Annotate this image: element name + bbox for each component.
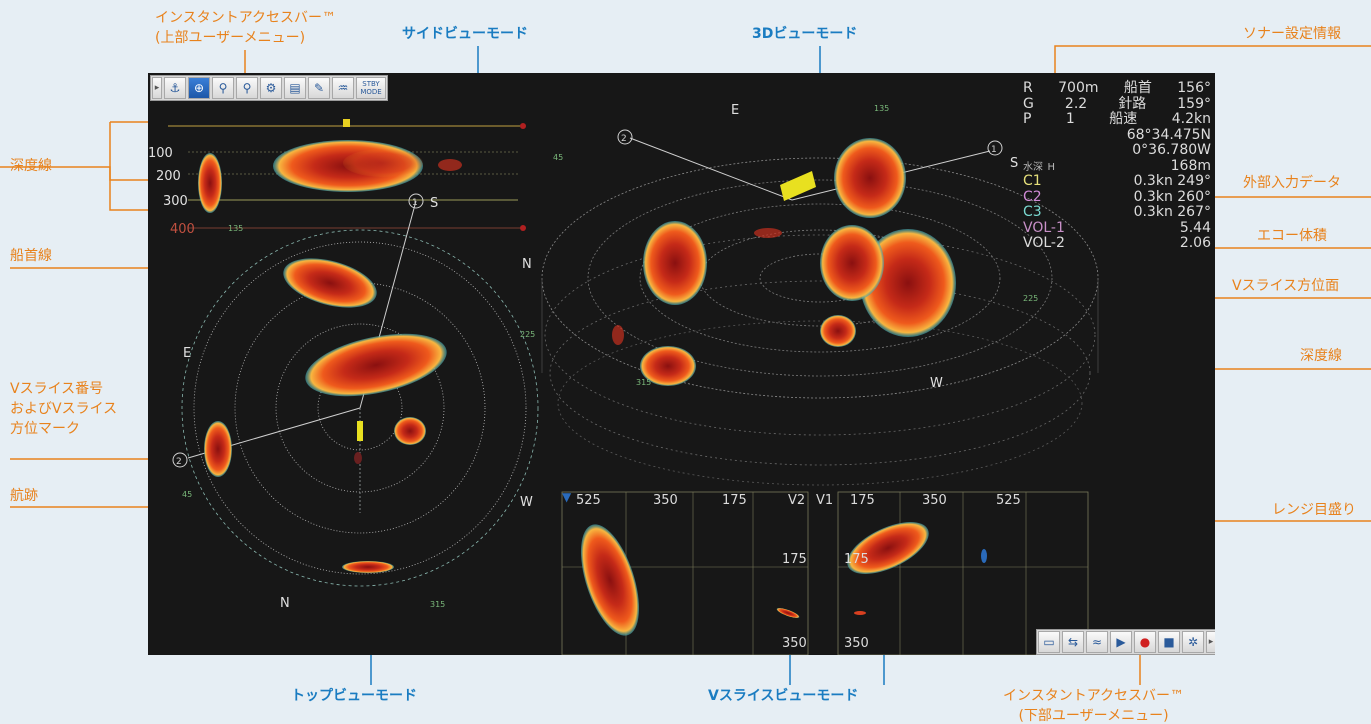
echo-3d-2	[834, 138, 906, 218]
vslice-left-tick-175: 175	[722, 493, 747, 508]
compass-s-top: S	[430, 196, 438, 211]
svg-text:135: 135	[874, 104, 889, 113]
vslice-marker-1-top[interactable]: 1	[412, 198, 418, 208]
side-view-panel[interactable]: 100 200 300 400	[148, 119, 526, 237]
vslice-marker-2-3d[interactable]: 2	[621, 134, 627, 144]
vslice-v1-label: V1	[816, 493, 833, 508]
echo-side-1	[198, 153, 222, 213]
sonar-info-panel: R 700m 船首 156° G 2.2 針路 159° P 1 船速 4.2kn 68°34.4…	[1023, 80, 1211, 251]
svg-text:▼: ▼	[562, 490, 572, 504]
compass-w-3d: W	[930, 376, 943, 391]
vslice-depth-350-left: 350	[782, 636, 807, 651]
instant-access-bar-top[interactable]: ▸ ⚓ ⊕ ⚲ ⚲ ⚙ ▤ ✎ ♒ STBY MODE	[150, 75, 388, 101]
line-depth-left	[0, 166, 148, 181]
stop-icon[interactable]: ■	[1158, 631, 1180, 653]
volume-1: 5.44	[1179, 219, 1211, 236]
ship-echo-icon[interactable]: ⚓	[164, 77, 186, 99]
top-view-panel[interactable]: 1 2 S E W N 135 225 315 45	[172, 193, 539, 611]
water-depth: 168m	[1170, 157, 1211, 174]
svg-text:225: 225	[1023, 294, 1038, 303]
svg-text:225: 225	[520, 330, 535, 339]
echo-top-1	[283, 258, 377, 308]
side-depth-200: 200	[156, 169, 181, 184]
zoom-2-icon[interactable]: ⚲	[236, 77, 258, 99]
svg-text:315: 315	[636, 378, 651, 387]
more-icon[interactable]: ▸	[1206, 631, 1215, 653]
vslice-depth-175-right: 175	[844, 552, 869, 567]
volume-2: 2.06	[1179, 235, 1211, 251]
vslice-right-tick-350: 350	[922, 493, 947, 508]
vslice-line-2-3d	[629, 137, 793, 201]
line-sonar-settings	[1054, 45, 1371, 73]
fish-school-icon[interactable]: ♒	[332, 77, 354, 99]
svg-text:45: 45	[553, 153, 563, 162]
swap-icon[interactable]: ⇆	[1062, 631, 1084, 653]
instant-access-bar-bottom[interactable]: ▭ ⇆ ≈ ▶ ● ■ ✲ ▸	[1036, 629, 1215, 655]
zoom-1-icon[interactable]: ⚲	[212, 77, 234, 99]
echo-3d-4	[820, 225, 884, 301]
echo-top-5	[342, 561, 394, 573]
side-depth-100: 100	[148, 146, 173, 161]
database-icon[interactable]: ▤	[284, 77, 306, 99]
echo-vslice-1	[580, 524, 640, 636]
vslice-right-tick-525: 525	[996, 493, 1021, 508]
compass-n-3d: N	[522, 257, 532, 272]
svg-text:315: 315	[430, 600, 445, 609]
view-3d-panel[interactable]: 2 1 E S N W 135 45 225 315	[522, 103, 1099, 486]
vslice-depth-350-right: 350	[844, 636, 869, 651]
own-ship-marker-side	[343, 119, 350, 127]
vslice-panel[interactable]: ▼ 525 350 175 V2 V1 175 350 525 175 350 …	[561, 490, 1089, 655]
current-c3: 0.3kn 267°	[1133, 204, 1211, 220]
vslice-marker-2-top[interactable]: 2	[176, 457, 182, 467]
echo-top-3	[394, 417, 426, 445]
compass-n-top: N	[280, 596, 290, 611]
echo-3d-5	[820, 315, 856, 347]
side-depth-300: 300	[163, 194, 188, 209]
echo-off-icon[interactable]: ≈	[1086, 631, 1108, 653]
monitor-icon[interactable]: ▭	[1038, 631, 1060, 653]
own-ship-3d	[780, 171, 816, 201]
vslice-right-tick-175: 175	[850, 493, 875, 508]
settings-icon[interactable]: ✲	[1182, 631, 1204, 653]
target-lock-icon[interactable]: ⊕	[188, 77, 210, 99]
echo-top-4	[204, 421, 232, 477]
echo-vslice-2	[847, 522, 929, 574]
play-icon[interactable]: ▶	[1110, 631, 1132, 653]
svg-text:45: 45	[182, 490, 192, 499]
compass-w-top: W	[520, 495, 533, 510]
vslice-depth-175-left: 175	[782, 552, 807, 567]
current-c2: 0.3kn 260°	[1133, 188, 1211, 205]
compass-e-top: E	[183, 346, 191, 361]
svg-text:135: 135	[228, 224, 243, 233]
sonar-screen[interactable]: 100 200 300 400 1 2 S E W N 135 225 315 …	[148, 73, 1215, 655]
expand-arrow-icon[interactable]: ▸	[152, 77, 162, 99]
side-depth-400: 400	[170, 222, 195, 237]
vslice-v2-label: V2	[788, 493, 805, 508]
record-icon[interactable]: ●	[1134, 631, 1156, 653]
echo-top-2	[305, 333, 447, 397]
echo-3d-1	[643, 221, 707, 305]
longitude: 0°36.780W	[1132, 142, 1211, 158]
vslice-left-tick-350: 350	[653, 493, 678, 508]
own-ship-top	[357, 421, 363, 441]
gear-target-icon[interactable]: ⚙	[260, 77, 282, 99]
vslice-marker-1-3d[interactable]: 1	[991, 145, 997, 155]
latitude: 68°34.475N	[1126, 126, 1211, 143]
current-c1: 0.3kn 249°	[1133, 173, 1211, 189]
mode-text-icon[interactable]: STBY MODE	[356, 77, 386, 99]
compass-e-3d: E	[731, 103, 739, 118]
brush-icon[interactable]: ✎	[308, 77, 330, 99]
vslice-left-tick-525: 525	[576, 493, 601, 508]
compass-s-3d: S	[1010, 156, 1018, 171]
